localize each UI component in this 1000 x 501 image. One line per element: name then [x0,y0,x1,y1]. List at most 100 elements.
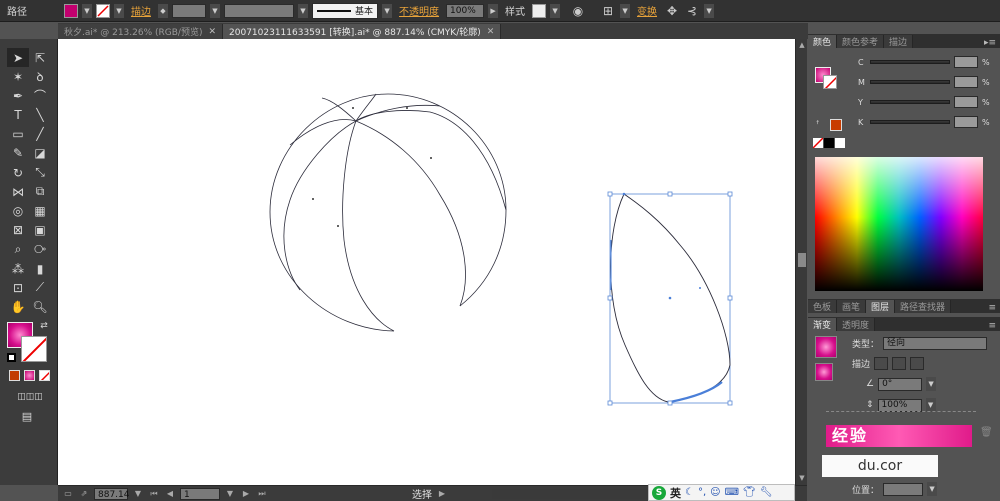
panel-menu-icon[interactable]: ≡ [988,321,1000,331]
moon-icon[interactable]: ☾ [685,487,694,498]
color-stroke-proxy[interactable] [823,75,837,89]
tab-color-guide[interactable]: 颜色参考 [837,35,885,48]
punctuation-icon[interactable]: °, [698,487,706,498]
quick-white-swatch[interactable] [835,138,845,148]
location-dropdown[interactable]: ▼ [927,482,938,496]
recolor-icon[interactable]: ◉ [570,3,586,19]
fill-dropdown[interactable]: ▼ [82,3,92,18]
last-artboard-icon[interactable]: ⏭ [256,488,268,500]
quick-black-swatch[interactable] [824,138,834,148]
curvature-tool-icon[interactable]: ⌒ [29,86,51,105]
close-icon[interactable]: ✕ [208,27,216,37]
slice-tool-icon[interactable]: ⟋ [29,278,51,297]
yellow-row[interactable]: Y % [858,95,998,109]
panel-menu-icon[interactable]: ▸≡ [984,38,1000,48]
rotate-tool-icon[interactable]: ↻ [7,163,29,182]
color-mode-button[interactable] [9,370,20,381]
aspect-field[interactable]: 100% [877,398,922,412]
cyan-field[interactable] [954,56,978,68]
gradient-slider-track[interactable] [826,411,976,415]
tab-document-2[interactable]: 20071023111633591 [转换].ai* @ 887.14% (CM… [223,24,502,39]
trash-icon[interactable]: 🗑︎ [980,427,993,438]
scroll-up-icon[interactable]: ▲ [797,40,807,50]
brush-definition[interactable]: 基本 [312,2,379,19]
paintbrush-tool-icon[interactable]: ╱ [29,125,51,144]
nearest-color-swatch[interactable] [830,119,842,131]
type-select[interactable]: 径向 [883,337,988,350]
lasso-tool-icon[interactable]: ꝺ [29,67,51,86]
selected-segment[interactable] [669,381,723,404]
shape-builder-tool-icon[interactable]: ◎ [7,202,29,221]
pen-tool-icon[interactable]: ✒ [7,86,29,105]
vertical-scrollbar[interactable]: ▲ ▼ [795,39,807,485]
ime-toolbar[interactable]: S 英 ☾ °, ☺ ⌨ 👕︎ 🔧︎ [648,484,795,501]
swap-fill-stroke-icon[interactable]: ⇄ [38,320,50,332]
gradient-mode-button[interactable] [24,370,35,381]
eraser-tool-icon[interactable]: ◪ [29,144,51,163]
aspect-dropdown[interactable]: ▼ [925,398,936,412]
scroll-thumb[interactable] [798,253,806,267]
screen-mode-icon[interactable]: ▤ [16,407,38,426]
symbol-sprayer-tool-icon[interactable]: ⁂ [7,259,29,278]
close-icon[interactable]: ✕ [487,27,495,37]
style-dropdown[interactable]: ▼ [550,3,561,18]
pencil-tool-icon[interactable]: ✎ [7,144,29,163]
emoji-icon[interactable]: ☺ [710,487,720,498]
tab-brushes[interactable]: 画笔 [837,300,867,313]
gradient-preview-swatch[interactable] [815,336,837,358]
beach-ball-paths[interactable] [269,93,507,332]
status-menu-icon[interactable]: ▶ [436,488,448,500]
hand-tool-icon[interactable]: ✋ [7,297,29,316]
panel-menu-dropdown[interactable]: ▼ [704,3,715,18]
type-tool-icon[interactable]: T [7,106,29,125]
align-icon[interactable]: ⊞ [600,3,616,19]
fill-swatch[interactable] [64,3,78,18]
selection-tool-icon[interactable]: ➤ [7,48,29,67]
panel-menu-icon[interactable]: ≡ [988,303,1000,313]
scroll-down-icon[interactable]: ▼ [797,473,807,483]
scale-tool-icon[interactable]: ⤡ [29,163,51,182]
free-transform-tool-icon[interactable]: ⧉ [29,182,51,201]
zoom-dropdown[interactable]: ▼ [132,488,144,500]
share-icon[interactable]: ⇗ [78,488,90,500]
variable-width-dropdown[interactable]: ▼ [298,3,308,18]
location-field[interactable] [883,482,924,496]
variable-width-field[interactable] [224,3,294,18]
isolate-icon[interactable]: ✥ [664,3,680,19]
artboard-field[interactable]: 1 [180,487,220,500]
stroke-weight-field[interactable] [172,3,206,18]
skin-icon[interactable]: 👕︎ [743,487,756,498]
stroke-proxy[interactable] [21,336,47,362]
next-artboard-icon[interactable]: ▶ [240,488,252,500]
eyedropper-tool-icon[interactable]: ⌕ [7,240,29,259]
anchor-point[interactable] [699,287,701,289]
canvas-area[interactable] [58,39,795,485]
magenta-row[interactable]: M % [858,75,998,89]
zoom-menu-icon[interactable]: ▭ [62,488,74,500]
rectangle-tool-icon[interactable]: ▭ [7,125,29,144]
stroke-within-button[interactable] [874,357,889,370]
tools-icon[interactable]: 🔧︎ [760,487,773,498]
artboard[interactable] [58,39,795,485]
artboard-tool-icon[interactable]: ⊡ [7,278,29,297]
color-spectrum[interactable] [815,157,983,291]
opacity-panel-link[interactable]: 不透明度 [396,3,442,18]
stroke-panel-link[interactable]: 描边 [128,3,154,18]
black-field[interactable] [954,116,978,128]
line-tool-icon[interactable]: ╲ [29,106,51,125]
stroke-along-button[interactable] [892,357,907,370]
zoom-tool-icon[interactable]: 🔍︎ [29,297,51,316]
keyboard-icon[interactable]: ⌨ [725,487,739,498]
artwork[interactable] [58,39,795,485]
stroke-swatch[interactable] [96,3,110,18]
default-colors-icon[interactable] [7,353,16,362]
yellow-slider[interactable] [870,100,950,104]
tab-stroke[interactable]: 描边 [884,35,914,48]
tab-swatches[interactable]: 色板 [808,300,838,313]
black-row[interactable]: K % [858,115,998,129]
none-mode-button[interactable] [39,370,50,381]
black-slider[interactable] [870,120,950,124]
mesh-tool-icon[interactable]: ⊠ [7,221,29,240]
gradient-fill-swatch[interactable] [815,363,833,381]
cyan-slider[interactable] [870,60,950,64]
